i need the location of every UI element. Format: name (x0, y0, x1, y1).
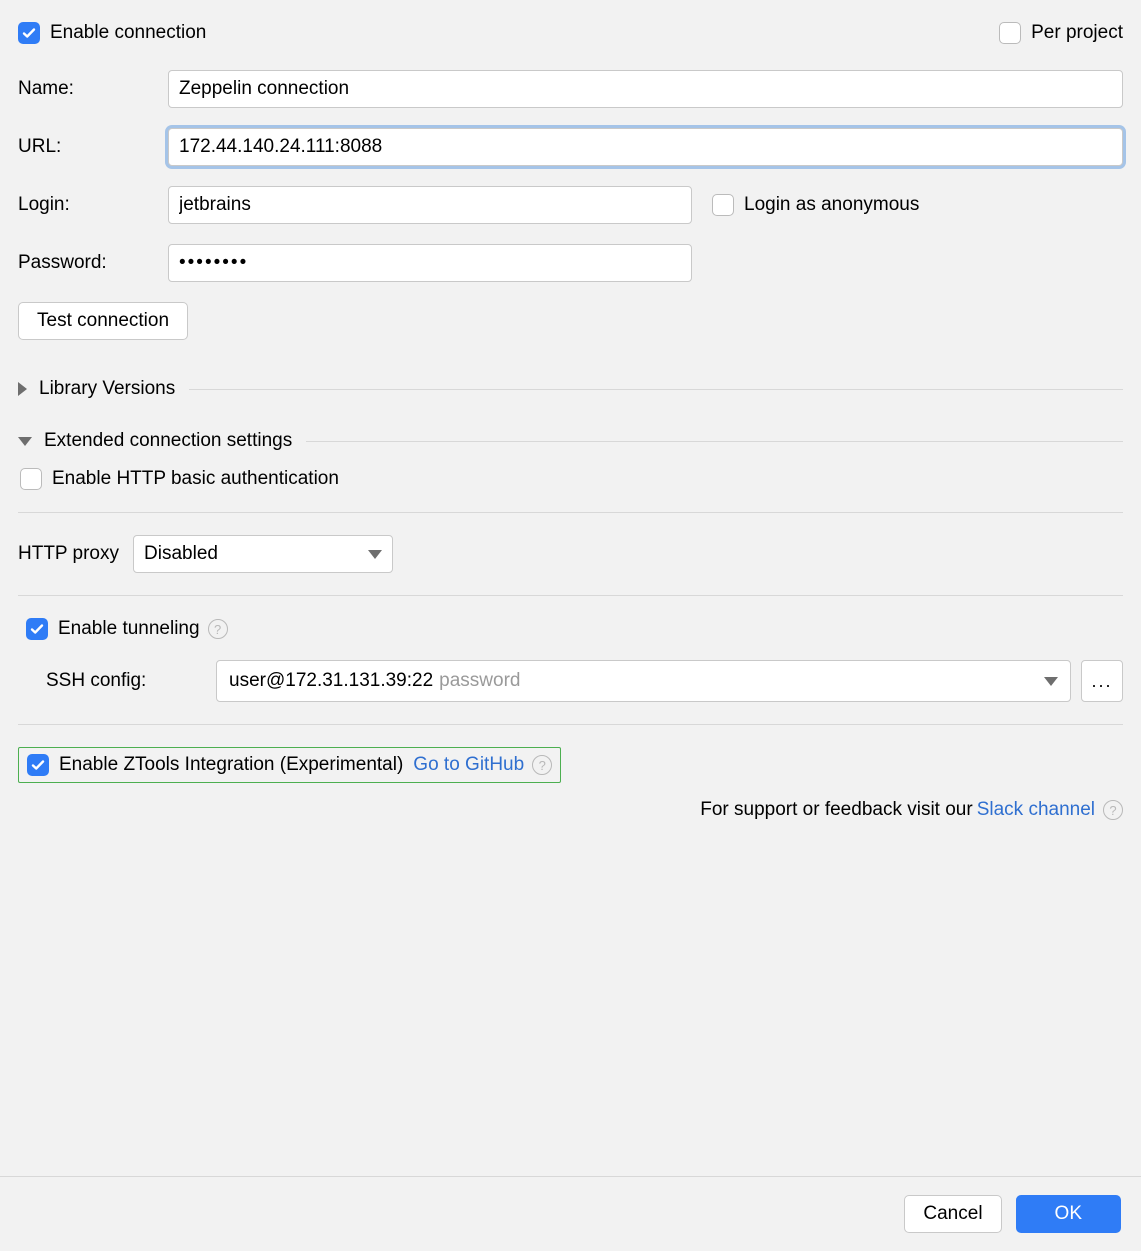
library-versions-title: Library Versions (39, 378, 175, 400)
name-label: Name: (18, 78, 168, 100)
url-label: URL: (18, 136, 168, 158)
enable-ztools-label: Enable ZTools Integration (Experimental) (59, 754, 403, 776)
per-project-checkbox[interactable] (999, 22, 1021, 44)
name-input[interactable] (168, 70, 1123, 108)
enable-ztools-checkbox[interactable] (27, 754, 49, 776)
http-proxy-value: Disabled (144, 543, 218, 565)
help-icon[interactable]: ? (208, 619, 228, 639)
per-project-label: Per project (1031, 22, 1123, 44)
chevron-down-icon (18, 437, 32, 446)
enable-tunneling-checkbox[interactable] (26, 618, 48, 640)
ssh-config-hint: password (439, 670, 520, 692)
test-connection-button[interactable]: Test connection (18, 302, 188, 340)
ssh-config-value: user@172.31.131.39:22 (229, 670, 433, 692)
divider (189, 389, 1123, 390)
enable-http-basic-label: Enable HTTP basic authentication (52, 468, 339, 490)
extended-settings-title: Extended connection settings (44, 430, 292, 452)
help-icon[interactable]: ? (1103, 800, 1123, 820)
login-anonymous-label: Login as anonymous (744, 194, 919, 216)
divider (18, 595, 1123, 596)
ssh-config-browse-button[interactable]: ... (1081, 660, 1123, 702)
password-label: Password: (18, 252, 168, 274)
go-to-github-link[interactable]: Go to GitHub (413, 754, 524, 776)
ssh-config-label: SSH config: (46, 670, 216, 692)
ok-button[interactable]: OK (1016, 1195, 1121, 1233)
divider (18, 512, 1123, 513)
chevron-down-icon (1044, 677, 1058, 686)
slack-channel-link[interactable]: Slack channel (977, 799, 1095, 821)
login-input[interactable] (168, 186, 692, 224)
http-proxy-label: HTTP proxy (18, 543, 119, 565)
divider (18, 724, 1123, 725)
support-text: For support or feedback visit our (700, 799, 972, 821)
ztools-highlight: Enable ZTools Integration (Experimental)… (18, 747, 561, 783)
library-versions-section[interactable]: Library Versions (18, 378, 1123, 400)
url-input[interactable] (168, 128, 1123, 166)
chevron-down-icon (368, 550, 382, 559)
cancel-button[interactable]: Cancel (904, 1195, 1001, 1233)
chevron-right-icon (18, 382, 27, 396)
dialog-footer: Cancel OK (0, 1176, 1141, 1251)
enable-http-basic-checkbox[interactable] (20, 468, 42, 490)
settings-panel: Enable connection Per project Name: URL:… (0, 0, 1141, 821)
enable-tunneling-label: Enable tunneling (58, 618, 200, 640)
http-proxy-select[interactable]: Disabled (133, 535, 393, 573)
password-input[interactable] (168, 244, 692, 282)
divider (306, 441, 1123, 442)
ssh-config-select[interactable]: user@172.31.131.39:22 password (216, 660, 1071, 702)
enable-connection-checkbox[interactable] (18, 22, 40, 44)
enable-connection-label: Enable connection (50, 22, 206, 44)
extended-settings-section[interactable]: Extended connection settings (18, 430, 1123, 452)
login-label: Login: (18, 194, 168, 216)
help-icon[interactable]: ? (532, 755, 552, 775)
login-anonymous-checkbox[interactable] (712, 194, 734, 216)
